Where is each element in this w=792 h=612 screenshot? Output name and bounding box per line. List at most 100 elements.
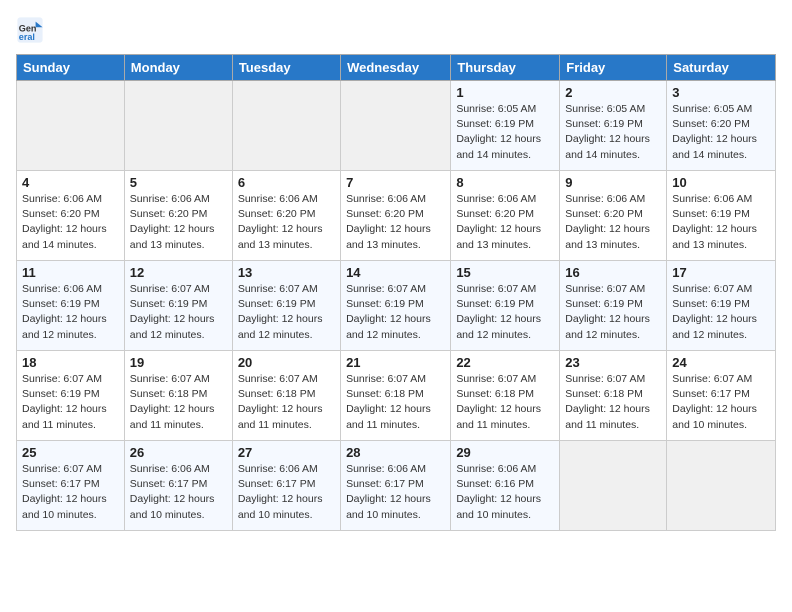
day-info: Sunrise: 6:07 AM Sunset: 6:18 PM Dayligh… bbox=[130, 372, 227, 433]
header-day-friday: Friday bbox=[560, 55, 667, 81]
day-info: Sunrise: 6:07 AM Sunset: 6:19 PM Dayligh… bbox=[130, 282, 227, 343]
calendar-cell: 13 Sunrise: 6:07 AM Sunset: 6:19 PM Dayli… bbox=[232, 261, 340, 351]
header: Gen eral bbox=[16, 16, 776, 44]
day-number: 13 bbox=[238, 265, 335, 280]
calendar-cell: 26 Sunrise: 6:06 AM Sunset: 6:17 PM Dayli… bbox=[124, 441, 232, 531]
day-number: 24 bbox=[672, 355, 770, 370]
calendar-cell: 29Sunrise: 6:06 AM Sunset: 6:16 PM Dayli… bbox=[451, 441, 560, 531]
day-number: 11 bbox=[22, 265, 119, 280]
header-day-wednesday: Wednesday bbox=[341, 55, 451, 81]
calendar-cell: 11 Sunrise: 6:06 AM Sunset: 6:19 PM Dayli… bbox=[17, 261, 125, 351]
day-number: 3 bbox=[672, 85, 770, 100]
calendar-cell bbox=[560, 441, 667, 531]
calendar-cell: 16 Sunrise: 6:07 AM Sunset: 6:19 PM Dayli… bbox=[560, 261, 667, 351]
day-info: Sunrise: 6:07 AM Sunset: 6:19 PM Dayligh… bbox=[22, 372, 119, 433]
calendar-cell: 22 Sunrise: 6:07 AM Sunset: 6:18 PM Dayli… bbox=[451, 351, 560, 441]
day-info: Sunrise: 6:07 AM Sunset: 6:18 PM Dayligh… bbox=[565, 372, 661, 433]
calendar-cell: 6Sunrise: 6:06 AM Sunset: 6:20 PM Daylig… bbox=[232, 171, 340, 261]
day-number: 12 bbox=[130, 265, 227, 280]
day-info: Sunrise: 6:07 AM Sunset: 6:18 PM Dayligh… bbox=[346, 372, 445, 433]
day-number: 27 bbox=[238, 445, 335, 460]
day-number: 28 bbox=[346, 445, 445, 460]
day-number: 18 bbox=[22, 355, 119, 370]
header-day-thursday: Thursday bbox=[451, 55, 560, 81]
day-info: Sunrise: 6:07 AM Sunset: 6:17 PM Dayligh… bbox=[672, 372, 770, 433]
calendar-week-row: 1 Sunrise: 6:05 AM Sunset: 6:19 PM Daylig… bbox=[17, 81, 776, 171]
header-day-monday: Monday bbox=[124, 55, 232, 81]
calendar-cell: 1 Sunrise: 6:05 AM Sunset: 6:19 PM Daylig… bbox=[451, 81, 560, 171]
calendar-cell: 12 Sunrise: 6:07 AM Sunset: 6:19 PM Dayli… bbox=[124, 261, 232, 351]
day-number: 5 bbox=[130, 175, 227, 190]
day-info: Sunrise: 6:05 AM Sunset: 6:19 PM Dayligh… bbox=[565, 102, 661, 163]
logo-icon: Gen eral bbox=[16, 16, 44, 44]
calendar-cell: 17 Sunrise: 6:07 AM Sunset: 6:19 PM Dayli… bbox=[667, 261, 776, 351]
day-number: 1 bbox=[456, 85, 554, 100]
calendar-week-row: 18 Sunrise: 6:07 AM Sunset: 6:19 PM Dayli… bbox=[17, 351, 776, 441]
calendar-cell bbox=[232, 81, 340, 171]
day-info: Sunrise: 6:07 AM Sunset: 6:19 PM Dayligh… bbox=[238, 282, 335, 343]
calendar-cell: 2 Sunrise: 6:05 AM Sunset: 6:19 PM Daylig… bbox=[560, 81, 667, 171]
calendar-cell: 3 Sunrise: 6:05 AM Sunset: 6:20 PM Daylig… bbox=[667, 81, 776, 171]
calendar-cell: 23 Sunrise: 6:07 AM Sunset: 6:18 PM Dayli… bbox=[560, 351, 667, 441]
day-info: Sunrise: 6:07 AM Sunset: 6:19 PM Dayligh… bbox=[456, 282, 554, 343]
day-info: Sunrise: 6:07 AM Sunset: 6:19 PM Dayligh… bbox=[672, 282, 770, 343]
day-info: Sunrise: 6:06 AM Sunset: 6:19 PM Dayligh… bbox=[672, 192, 770, 253]
svg-text:eral: eral bbox=[19, 32, 35, 42]
day-info: Sunrise: 6:07 AM Sunset: 6:19 PM Dayligh… bbox=[565, 282, 661, 343]
day-info: Sunrise: 6:06 AM Sunset: 6:20 PM Dayligh… bbox=[565, 192, 661, 253]
calendar-table: SundayMondayTuesdayWednesdayThursdayFrid… bbox=[16, 54, 776, 531]
day-number: 20 bbox=[238, 355, 335, 370]
day-number: 16 bbox=[565, 265, 661, 280]
calendar-cell: 20Sunrise: 6:07 AM Sunset: 6:18 PM Dayli… bbox=[232, 351, 340, 441]
day-info: Sunrise: 6:06 AM Sunset: 6:20 PM Dayligh… bbox=[238, 192, 335, 253]
calendar-week-row: 25Sunrise: 6:07 AM Sunset: 6:17 PM Dayli… bbox=[17, 441, 776, 531]
calendar-cell: 4 Sunrise: 6:06 AM Sunset: 6:20 PM Daylig… bbox=[17, 171, 125, 261]
calendar-week-row: 4 Sunrise: 6:06 AM Sunset: 6:20 PM Daylig… bbox=[17, 171, 776, 261]
header-day-tuesday: Tuesday bbox=[232, 55, 340, 81]
day-number: 8 bbox=[456, 175, 554, 190]
calendar-cell: 19 Sunrise: 6:07 AM Sunset: 6:18 PM Dayli… bbox=[124, 351, 232, 441]
day-number: 9 bbox=[565, 175, 661, 190]
day-info: Sunrise: 6:06 AM Sunset: 6:17 PM Dayligh… bbox=[238, 462, 335, 523]
calendar-cell: 18 Sunrise: 6:07 AM Sunset: 6:19 PM Dayli… bbox=[17, 351, 125, 441]
day-number: 17 bbox=[672, 265, 770, 280]
logo: Gen eral bbox=[16, 16, 48, 44]
calendar-cell bbox=[17, 81, 125, 171]
day-number: 19 bbox=[130, 355, 227, 370]
day-number: 22 bbox=[456, 355, 554, 370]
day-info: Sunrise: 6:06 AM Sunset: 6:19 PM Dayligh… bbox=[22, 282, 119, 343]
day-number: 26 bbox=[130, 445, 227, 460]
calendar-cell bbox=[124, 81, 232, 171]
calendar-cell: 10 Sunrise: 6:06 AM Sunset: 6:19 PM Dayli… bbox=[667, 171, 776, 261]
day-info: Sunrise: 6:06 AM Sunset: 6:17 PM Dayligh… bbox=[346, 462, 445, 523]
day-number: 23 bbox=[565, 355, 661, 370]
day-number: 2 bbox=[565, 85, 661, 100]
day-number: 10 bbox=[672, 175, 770, 190]
day-number: 29 bbox=[456, 445, 554, 460]
day-info: Sunrise: 6:06 AM Sunset: 6:17 PM Dayligh… bbox=[130, 462, 227, 523]
calendar-cell bbox=[667, 441, 776, 531]
calendar-cell: 21 Sunrise: 6:07 AM Sunset: 6:18 PM Dayli… bbox=[341, 351, 451, 441]
day-info: Sunrise: 6:06 AM Sunset: 6:20 PM Dayligh… bbox=[456, 192, 554, 253]
calendar-header-row: SundayMondayTuesdayWednesdayThursdayFrid… bbox=[17, 55, 776, 81]
header-day-saturday: Saturday bbox=[667, 55, 776, 81]
day-info: Sunrise: 6:07 AM Sunset: 6:18 PM Dayligh… bbox=[456, 372, 554, 433]
day-number: 4 bbox=[22, 175, 119, 190]
day-number: 7 bbox=[346, 175, 445, 190]
calendar-cell: 8 Sunrise: 6:06 AM Sunset: 6:20 PM Daylig… bbox=[451, 171, 560, 261]
calendar-cell: 24 Sunrise: 6:07 AM Sunset: 6:17 PM Dayli… bbox=[667, 351, 776, 441]
day-number: 21 bbox=[346, 355, 445, 370]
calendar-cell bbox=[341, 81, 451, 171]
calendar-cell: 9 Sunrise: 6:06 AM Sunset: 6:20 PM Daylig… bbox=[560, 171, 667, 261]
day-info: Sunrise: 6:06 AM Sunset: 6:20 PM Dayligh… bbox=[22, 192, 119, 253]
calendar-cell: 15 Sunrise: 6:07 AM Sunset: 6:19 PM Dayli… bbox=[451, 261, 560, 351]
calendar-cell: 28 Sunrise: 6:06 AM Sunset: 6:17 PM Dayli… bbox=[341, 441, 451, 531]
day-number: 25 bbox=[22, 445, 119, 460]
day-info: Sunrise: 6:05 AM Sunset: 6:20 PM Dayligh… bbox=[672, 102, 770, 163]
calendar-cell: 27 Sunrise: 6:06 AM Sunset: 6:17 PM Dayli… bbox=[232, 441, 340, 531]
calendar-cell: 14Sunrise: 6:07 AM Sunset: 6:19 PM Dayli… bbox=[341, 261, 451, 351]
day-info: Sunrise: 6:07 AM Sunset: 6:19 PM Dayligh… bbox=[346, 282, 445, 343]
day-number: 15 bbox=[456, 265, 554, 280]
day-info: Sunrise: 6:05 AM Sunset: 6:19 PM Dayligh… bbox=[456, 102, 554, 163]
calendar-week-row: 11 Sunrise: 6:06 AM Sunset: 6:19 PM Dayli… bbox=[17, 261, 776, 351]
